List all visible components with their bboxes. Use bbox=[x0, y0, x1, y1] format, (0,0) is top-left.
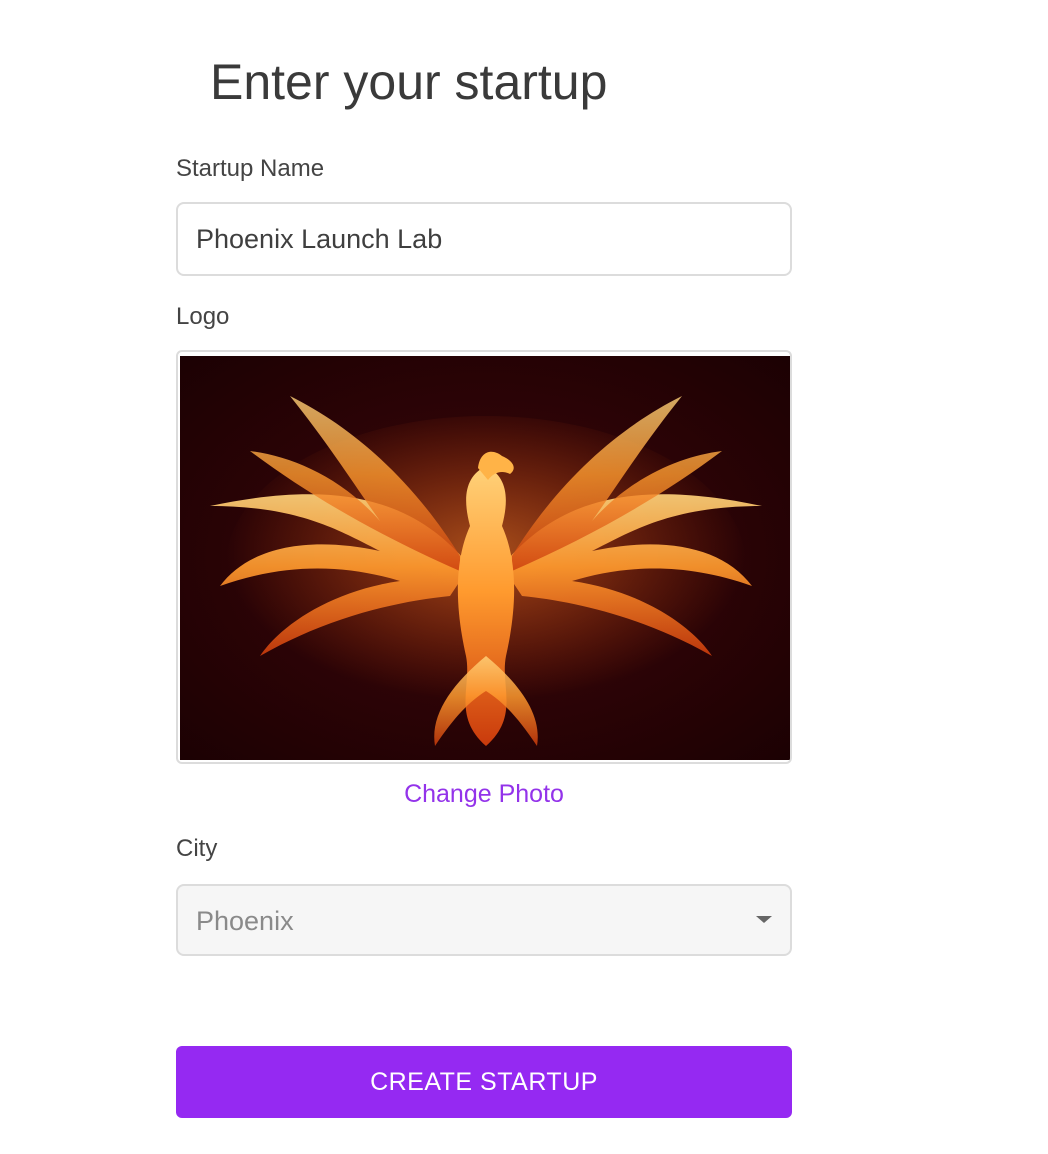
city-label: City bbox=[176, 835, 218, 862]
startup-name-label: Startup Name bbox=[176, 155, 325, 182]
startup-name-input[interactable] bbox=[176, 202, 792, 276]
logo-preview bbox=[176, 350, 792, 764]
city-select[interactable]: Phoenix bbox=[176, 884, 792, 956]
create-startup-button[interactable]: CREATE STARTUP bbox=[176, 1046, 792, 1118]
city-select-value: Phoenix bbox=[196, 906, 294, 936]
page-title: Enter your startup bbox=[210, 54, 608, 110]
change-photo-link[interactable]: Change Photo bbox=[176, 778, 792, 810]
phoenix-logo-image bbox=[180, 356, 790, 760]
logo-label: Logo bbox=[176, 303, 230, 330]
chevron-down-icon bbox=[756, 916, 772, 923]
